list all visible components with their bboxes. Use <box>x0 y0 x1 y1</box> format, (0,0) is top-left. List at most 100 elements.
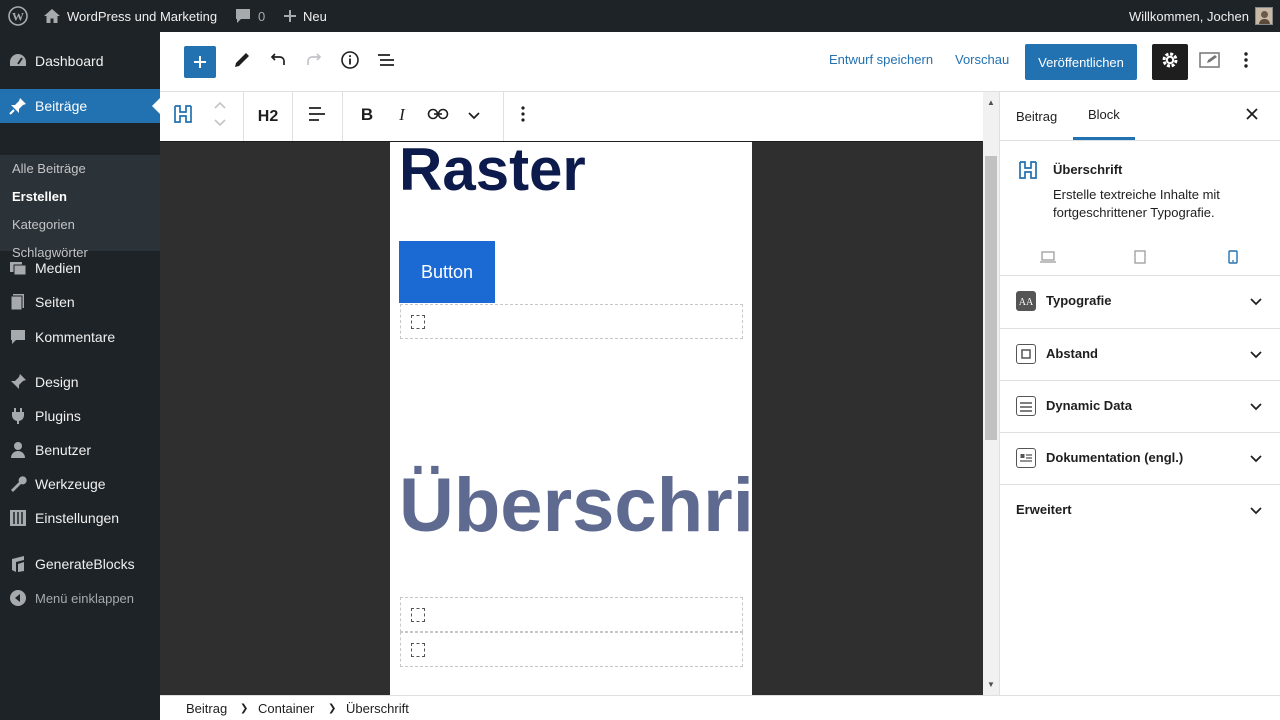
wordpress-logo-icon[interactable]: W <box>8 0 28 32</box>
link-button[interactable] <box>423 92 453 141</box>
comments-icon <box>9 328 27 346</box>
more-vertical-icon <box>520 105 526 128</box>
submenu-beitraege: Alle Beiträge Erstellen Kategorien Schla… <box>0 155 160 260</box>
info-icon <box>340 50 360 75</box>
close-sidebar-button[interactable] <box>1242 106 1262 126</box>
menu-label: Dashboard <box>35 53 104 69</box>
documentation-icon <box>1016 448 1036 468</box>
italic-icon: I <box>395 105 409 128</box>
panel-dynamic-data[interactable]: Dynamic Data <box>1000 381 1280 433</box>
canvas-button-block[interactable]: Button <box>399 241 495 303</box>
submenu-item-alle-beitraege[interactable]: Alle Beiträge <box>12 161 86 176</box>
heading-raster[interactable]: Raster <box>399 142 586 206</box>
move-up-down-control[interactable] <box>208 92 232 141</box>
new-content-link[interactable]: Neu <box>283 0 327 32</box>
save-draft-button[interactable]: Entwurf speichern <box>829 52 933 67</box>
scroll-down-arrow-icon[interactable]: ▼ <box>987 680 995 689</box>
tablet-device-icon[interactable] <box>1134 250 1146 269</box>
tab-beitrag[interactable]: Beitrag <box>1016 92 1057 140</box>
menu-label: Werkzeuge <box>35 476 106 492</box>
menu-item-generateblocks[interactable]: GenerateBlocks <box>0 547 160 581</box>
wrench-icon <box>9 475 27 493</box>
settings-sliders-icon <box>9 509 27 527</box>
italic-button[interactable]: I <box>388 92 416 141</box>
bold-icon: B <box>359 105 375 128</box>
menu-item-einstellungen[interactable]: Einstellungen <box>0 501 160 535</box>
heading-block-icon <box>1017 159 1039 186</box>
breadcrumb-item[interactable]: Beitrag <box>186 701 227 716</box>
collapse-menu-button[interactable]: Menü einklappen <box>0 581 160 615</box>
menu-item-benutzer[interactable]: Benutzer <box>0 433 160 467</box>
panel-label: Erweitert <box>1016 502 1072 517</box>
chevron-up-down-icon <box>213 100 227 133</box>
plug-icon <box>9 407 27 425</box>
home-icon <box>43 8 61 24</box>
panel-label: Typografie <box>1046 293 1112 308</box>
scrollbar-thumb[interactable] <box>985 156 997 440</box>
block-inserter-button[interactable] <box>184 46 216 78</box>
block-card-title: Überschrift <box>1053 162 1123 177</box>
empty-container-placeholder[interactable] <box>400 597 743 632</box>
site-name-text: WordPress und Marketing <box>67 8 218 24</box>
list-view-button[interactable] <box>374 50 398 74</box>
empty-container-placeholder[interactable] <box>400 304 743 339</box>
menu-item-plugins[interactable]: Plugins <box>0 399 160 433</box>
menu-item-design[interactable]: Design <box>0 365 160 399</box>
canvas-scrollbar[interactable]: ▲ ▼ <box>983 92 999 695</box>
mobile-device-icon[interactable] <box>1228 250 1238 269</box>
menu-item-werkzeuge[interactable]: Werkzeuge <box>0 467 160 501</box>
dashed-square-icon <box>411 643 425 657</box>
more-rich-text-button[interactable] <box>461 92 487 141</box>
panel-erweitert[interactable]: Erweitert <box>1000 485 1280 537</box>
tab-block[interactable]: Block <box>1073 92 1135 140</box>
scroll-up-arrow-icon[interactable]: ▲ <box>987 98 995 107</box>
alignment-button[interactable] <box>302 92 332 141</box>
breadcrumb-item[interactable]: Container <box>258 701 314 716</box>
submenu-item-kategorien[interactable]: Kategorien <box>12 217 75 232</box>
bold-button[interactable]: B <box>352 92 382 141</box>
pin-icon <box>9 97 27 115</box>
menu-item-seiten[interactable]: Seiten <box>0 285 160 319</box>
link-icon <box>427 107 449 126</box>
block-breadcrumb: Beitrag ❯ Container ❯ Überschrift <box>160 695 1280 720</box>
tools-pencil-button[interactable] <box>230 50 254 74</box>
panel-typografie[interactable]: AA Typografie <box>1000 276 1280 328</box>
block-options-button[interactable] <box>512 92 534 141</box>
block-type-switcher[interactable] <box>168 92 198 141</box>
breadcrumb-item[interactable]: Überschrift <box>346 701 409 716</box>
menu-item-dashboard[interactable]: Dashboard <box>0 44 160 78</box>
undo-button[interactable] <box>266 50 290 74</box>
heading-level-button[interactable]: H2 <box>252 92 284 141</box>
editor-preferences-button[interactable] <box>1198 50 1222 74</box>
editor-header: Entwurf speichern Vorschau Veröffentlich… <box>160 32 1280 92</box>
settings-toggle-button[interactable] <box>1152 44 1188 80</box>
publish-button[interactable]: Veröffentlichen <box>1025 44 1137 80</box>
panel-label: Dokumentation (engl.) <box>1046 450 1184 465</box>
comments-link[interactable]: 0 <box>234 0 265 32</box>
media-icon <box>9 259 27 277</box>
chevron-down-icon <box>1249 294 1263 312</box>
submenu-item-erstellen[interactable]: Erstellen <box>12 189 67 204</box>
redo-button[interactable] <box>302 50 326 74</box>
panel-abstand[interactable]: Abstand <box>1000 329 1280 381</box>
plus-icon <box>283 9 297 23</box>
menu-item-medien[interactable]: Medien <box>0 251 160 285</box>
empty-container-placeholder[interactable] <box>400 632 743 667</box>
details-info-button[interactable] <box>338 50 362 74</box>
chevron-down-icon <box>467 108 481 126</box>
menu-item-kommentare[interactable]: Kommentare <box>0 320 160 354</box>
gear-icon <box>1160 50 1180 75</box>
menu-label: Design <box>35 374 79 390</box>
database-icon <box>1016 396 1036 416</box>
site-name-link[interactable]: WordPress und Marketing <box>43 0 217 32</box>
options-menu-button[interactable] <box>1234 50 1258 74</box>
heading-ueberschrift[interactable]: Überschrift <box>399 460 752 551</box>
desktop-device-icon[interactable] <box>1040 250 1056 269</box>
menu-item-beitraege[interactable]: Beiträge <box>0 89 160 123</box>
menu-label: Kommentare <box>35 329 116 345</box>
preview-button[interactable]: Vorschau <box>955 52 1009 67</box>
admin-menu: Dashboard Beiträge Alle Beiträge Erstell… <box>0 32 160 720</box>
brush-icon <box>9 373 27 391</box>
panel-dokumentation[interactable]: Dokumentation (engl.) <box>1000 433 1280 485</box>
account-menu[interactable]: Willkommen, Jochen <box>1129 0 1273 32</box>
